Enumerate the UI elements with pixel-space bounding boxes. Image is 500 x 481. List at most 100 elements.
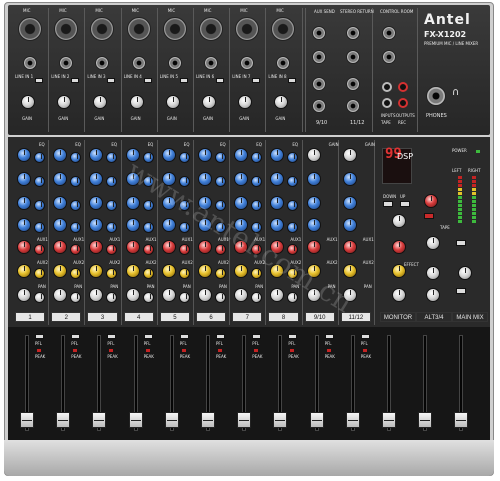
- pfl-button[interactable]: [288, 334, 298, 339]
- eq-knob-secondary[interactable]: [34, 222, 45, 233]
- master-knob-4[interactable]: [426, 236, 440, 250]
- fader-cap[interactable]: [164, 412, 179, 428]
- control-room-jack-1[interactable]: [382, 26, 396, 40]
- eq-knob-secondary[interactable]: [142, 244, 154, 255]
- tape-out-rca-left[interactable]: [382, 98, 392, 108]
- eq-knob-secondary[interactable]: [142, 268, 154, 279]
- eq-knob-secondary[interactable]: [215, 268, 226, 279]
- stereo-return-jack-2[interactable]: [346, 50, 360, 64]
- stereo-in-jack-1[interactable]: [312, 77, 326, 91]
- master-knob-5[interactable]: [426, 266, 440, 280]
- mic-xlr-input[interactable]: [126, 17, 151, 41]
- eq-knob[interactable]: [125, 196, 140, 210]
- eq-knob[interactable]: [161, 218, 176, 232]
- mic-xlr-input[interactable]: [162, 17, 187, 41]
- fader-cap[interactable]: [273, 412, 288, 428]
- eq-knob-secondary[interactable]: [34, 200, 45, 211]
- eq-knob-secondary[interactable]: [215, 292, 226, 303]
- fader-cap[interactable]: [20, 412, 34, 428]
- aux-send-jack-2[interactable]: [312, 50, 326, 64]
- eq-knob[interactable]: [342, 172, 357, 186]
- master-button-2[interactable]: [456, 288, 466, 294]
- eq-knob-secondary[interactable]: [34, 244, 45, 255]
- dsp-down-button[interactable]: [383, 201, 393, 207]
- aux-send-jack-1[interactable]: [312, 26, 326, 40]
- eq-knob[interactable]: [17, 172, 31, 186]
- pan-knob[interactable]: [198, 288, 212, 302]
- eq-knob-secondary[interactable]: [178, 244, 190, 255]
- line-jack-input[interactable]: [23, 56, 37, 70]
- eq-knob-secondary[interactable]: [178, 152, 190, 163]
- eq-knob-secondary[interactable]: [215, 152, 226, 163]
- stereo-in-jack-2[interactable]: [312, 99, 326, 113]
- pfl-button[interactable]: [216, 334, 225, 339]
- low-cut-button[interactable]: [179, 78, 188, 83]
- eq-knob[interactable]: [342, 148, 357, 162]
- low-cut-button[interactable]: [216, 78, 224, 83]
- pfl-button[interactable]: [179, 334, 189, 339]
- stereo-in-jack-3[interactable]: [346, 77, 360, 91]
- fader-cap[interactable]: [128, 412, 143, 428]
- aux1-knob[interactable]: [306, 240, 321, 254]
- aux2-knob[interactable]: [17, 264, 31, 278]
- eq-knob-secondary[interactable]: [142, 292, 154, 303]
- eq-knob[interactable]: [306, 172, 321, 186]
- pan-knob[interactable]: [125, 288, 140, 302]
- master-knob-1[interactable]: [392, 214, 406, 228]
- eq-knob-secondary[interactable]: [34, 176, 45, 187]
- master-knob-2[interactable]: [392, 240, 406, 254]
- aux1-knob[interactable]: [17, 240, 31, 254]
- gain-knob[interactable]: [21, 95, 35, 109]
- pfl-button[interactable]: [143, 334, 153, 339]
- gain-knob[interactable]: [165, 95, 180, 109]
- master-knob-7[interactable]: [392, 288, 406, 302]
- eq-knob[interactable]: [306, 218, 321, 232]
- eq-knob-secondary[interactable]: [178, 292, 190, 303]
- eq-knob[interactable]: [17, 218, 31, 232]
- tape-out-rca-right[interactable]: [398, 98, 408, 108]
- eq-knob-secondary[interactable]: [178, 268, 190, 279]
- tape-in-rca-left[interactable]: [382, 82, 392, 92]
- fader-cap[interactable]: [345, 412, 360, 428]
- low-cut-button[interactable]: [107, 78, 116, 83]
- fader-cap[interactable]: [92, 412, 107, 428]
- stereo-return-jack-1[interactable]: [346, 26, 360, 40]
- aux1-knob[interactable]: [125, 240, 140, 254]
- eq-knob[interactable]: [125, 218, 140, 232]
- fader-cap[interactable]: [309, 412, 324, 428]
- low-cut-button[interactable]: [288, 78, 297, 83]
- fader-cap[interactable]: [201, 412, 215, 428]
- gain-knob[interactable]: [202, 95, 216, 109]
- eq-knob-secondary[interactable]: [34, 292, 45, 303]
- fader-cap[interactable]: [56, 412, 71, 428]
- fader-cap[interactable]: [382, 412, 396, 428]
- phones-jack[interactable]: [426, 86, 446, 106]
- dsp-up-button[interactable]: [400, 201, 410, 207]
- aux1-knob[interactable]: [161, 240, 176, 254]
- eq-knob-secondary[interactable]: [34, 152, 45, 163]
- pfl-button[interactable]: [360, 334, 370, 339]
- pfl-button[interactable]: [35, 334, 44, 339]
- pan-knob[interactable]: [161, 288, 176, 302]
- eq-knob[interactable]: [161, 148, 176, 162]
- mic-xlr-input[interactable]: [18, 17, 42, 41]
- eq-knob[interactable]: [17, 148, 31, 162]
- eq-knob[interactable]: [342, 196, 357, 210]
- pfl-button[interactable]: [324, 334, 334, 339]
- stereo-in-jack-4[interactable]: [346, 99, 360, 113]
- fader-cap[interactable]: [237, 412, 252, 428]
- pfl-button[interactable]: [107, 334, 117, 339]
- dsp-mute-button[interactable]: [424, 213, 434, 219]
- aux1-knob[interactable]: [198, 240, 212, 254]
- gain-knob[interactable]: [129, 95, 144, 109]
- line-jack-input[interactable]: [204, 56, 218, 70]
- pfl-button[interactable]: [71, 334, 81, 339]
- eq-knob-secondary[interactable]: [215, 176, 226, 187]
- master-knob-8[interactable]: [426, 288, 440, 302]
- aux2-knob[interactable]: [198, 264, 212, 278]
- low-cut-button[interactable]: [35, 78, 43, 83]
- tape-in-rca-right[interactable]: [398, 82, 408, 92]
- master-button-1[interactable]: [456, 240, 466, 246]
- eq-knob[interactable]: [306, 148, 321, 162]
- aux1-knob[interactable]: [342, 240, 357, 254]
